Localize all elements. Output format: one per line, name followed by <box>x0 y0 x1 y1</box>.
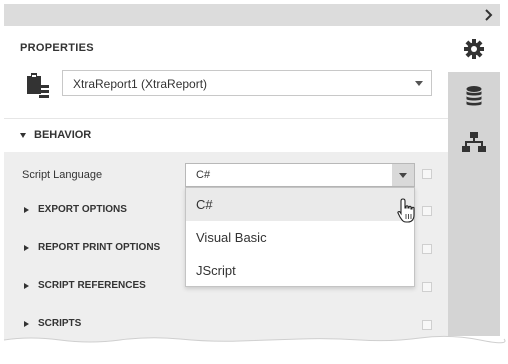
property-checkbox[interactable] <box>422 206 432 216</box>
torn-edge-decoration <box>0 335 508 364</box>
collapse-triangle-icon <box>20 133 26 138</box>
properties-window: PROPERTIES XtraReport1 (XtraReport) BEHA… <box>0 0 508 364</box>
chevron-down-icon <box>415 81 423 86</box>
script-language-value: C# <box>196 169 211 181</box>
category-label: SCRIPT REFERENCES <box>38 280 146 291</box>
chevron-right-icon[interactable] <box>480 7 496 23</box>
property-checkbox[interactable] <box>422 282 432 292</box>
hand-cursor-icon <box>397 198 415 223</box>
expand-triangle-icon <box>24 207 29 213</box>
report-selector-value: XtraReport1 (XtraReport) <box>73 77 208 91</box>
category-label: REPORT PRINT OPTIONS <box>38 242 161 253</box>
top-strip <box>4 4 500 26</box>
report-selector[interactable]: XtraReport1 (XtraReport) <box>62 70 432 96</box>
tab-report-explorer[interactable] <box>448 122 500 162</box>
dropdown-button[interactable] <box>392 164 414 186</box>
property-checkbox[interactable] <box>422 244 432 254</box>
dropdown-option-csharp[interactable]: C# <box>186 188 414 221</box>
tab-field-list[interactable] <box>448 76 500 116</box>
hierarchy-icon <box>462 132 486 152</box>
expand-triangle-icon <box>24 245 29 251</box>
report-icon <box>27 73 49 98</box>
gear-icon <box>464 39 484 59</box>
script-language-combo[interactable]: C# <box>185 163 415 187</box>
behavior-category[interactable]: BEHAVIOR <box>4 118 448 150</box>
panel-title: PROPERTIES <box>20 42 94 54</box>
database-icon <box>466 86 482 106</box>
script-language-label: Script Language <box>22 169 103 181</box>
property-checkbox[interactable] <box>422 169 432 179</box>
category-label: SCRIPTS <box>38 318 82 329</box>
chevron-down-icon <box>399 173 407 178</box>
behavior-header-label: BEHAVIOR <box>34 129 92 141</box>
dropdown-option-visual-basic[interactable]: Visual Basic <box>186 221 414 254</box>
expand-triangle-icon <box>24 283 29 289</box>
property-checkbox[interactable] <box>422 320 432 330</box>
script-language-dropdown: C# Visual Basic JScript <box>185 187 415 287</box>
category-label: EXPORT OPTIONS <box>38 204 127 215</box>
side-tab-bar <box>448 26 500 336</box>
expand-triangle-icon <box>24 321 29 327</box>
dropdown-option-jscript[interactable]: JScript <box>186 254 414 287</box>
tab-properties[interactable] <box>448 26 500 72</box>
properties-panel: PROPERTIES XtraReport1 (XtraReport) BEHA… <box>4 26 448 362</box>
